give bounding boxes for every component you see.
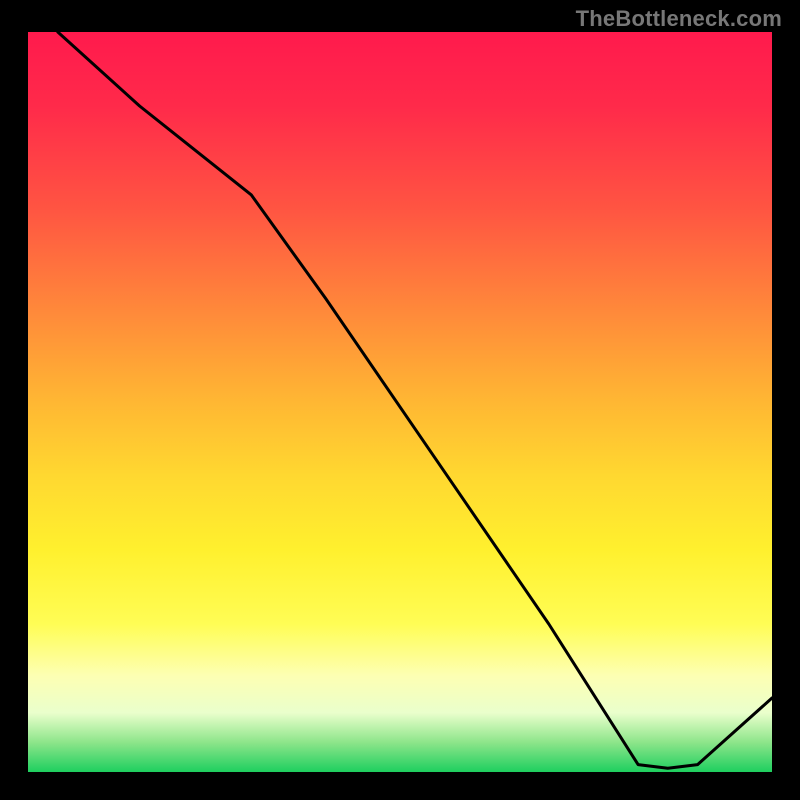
- curve-path: [58, 32, 772, 768]
- plot-area: [28, 32, 772, 772]
- curve-svg: [28, 32, 772, 772]
- watermark-text: TheBottleneck.com: [576, 6, 782, 32]
- stage: TheBottleneck.com: [0, 0, 800, 800]
- plot-overlay: [28, 32, 772, 772]
- plot-frame: [18, 32, 782, 782]
